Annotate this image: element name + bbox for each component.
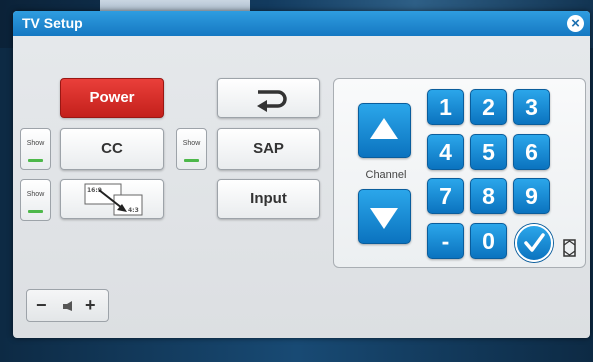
digit-4-button[interactable]: 4 [427,134,464,170]
aspect-ratio-button[interactable]: 16:9 4:3 [60,179,164,219]
digit-3-button[interactable]: 3 [513,89,550,125]
cc-button[interactable]: CC [60,128,164,170]
digit-6-button[interactable]: 6 [513,134,550,170]
background-bottom [0,338,593,362]
return-button[interactable] [217,78,320,118]
digit-2-button[interactable]: 2 [470,89,507,125]
volume-up-button[interactable]: + [85,295,96,316]
sap-show-toggle[interactable]: Show [176,128,207,170]
tv-setup-window: TV Setup × Power Show CC Show 16:9 4:3 S… [13,11,590,338]
window-title: TV Setup [22,15,83,31]
volume-control: − + [26,289,109,322]
show-label: Show [182,140,201,147]
digit-1-button[interactable]: 1 [427,89,464,125]
channel-down-button[interactable] [358,189,411,244]
volume-down-button[interactable]: − [36,295,47,316]
channel-keypad-panel: Channel 1 2 3 4 5 6 7 8 9 - 0 [333,78,586,268]
digit-7-button[interactable]: 7 [427,178,464,214]
digit-9-button[interactable]: 9 [513,178,550,214]
titlebar: TV Setup × [13,11,590,36]
lock-icon[interactable] [562,237,578,259]
dash-button[interactable]: - [427,223,464,259]
show-indicator [28,159,43,162]
arrow-up-icon [370,118,398,139]
sap-button[interactable]: SAP [217,128,320,170]
power-button[interactable]: Power [60,78,164,118]
checkmark-icon [524,233,545,252]
digit-5-button[interactable]: 5 [470,134,507,170]
channel-label: Channel [365,169,407,181]
input-button[interactable]: Input [217,179,320,219]
show-indicator [28,210,43,213]
show-label: Show [26,140,45,147]
digit-8-button[interactable]: 8 [470,178,507,214]
return-icon [257,90,287,112]
show-indicator [184,159,199,162]
channel-up-button[interactable] [358,103,411,158]
cc-show-toggle[interactable]: Show [20,128,51,170]
digit-0-button[interactable]: 0 [470,223,507,259]
show-label: Show [26,191,45,198]
speaker-icon [63,301,72,311]
arrow-down-icon [370,208,398,229]
aspect-ratio-icon: 16:9 4:3 [84,183,143,216]
aspect-show-toggle[interactable]: Show [20,179,51,221]
close-icon[interactable]: × [567,15,584,32]
aspect-to-label: 4:3 [128,207,139,214]
enter-button[interactable] [515,224,553,262]
